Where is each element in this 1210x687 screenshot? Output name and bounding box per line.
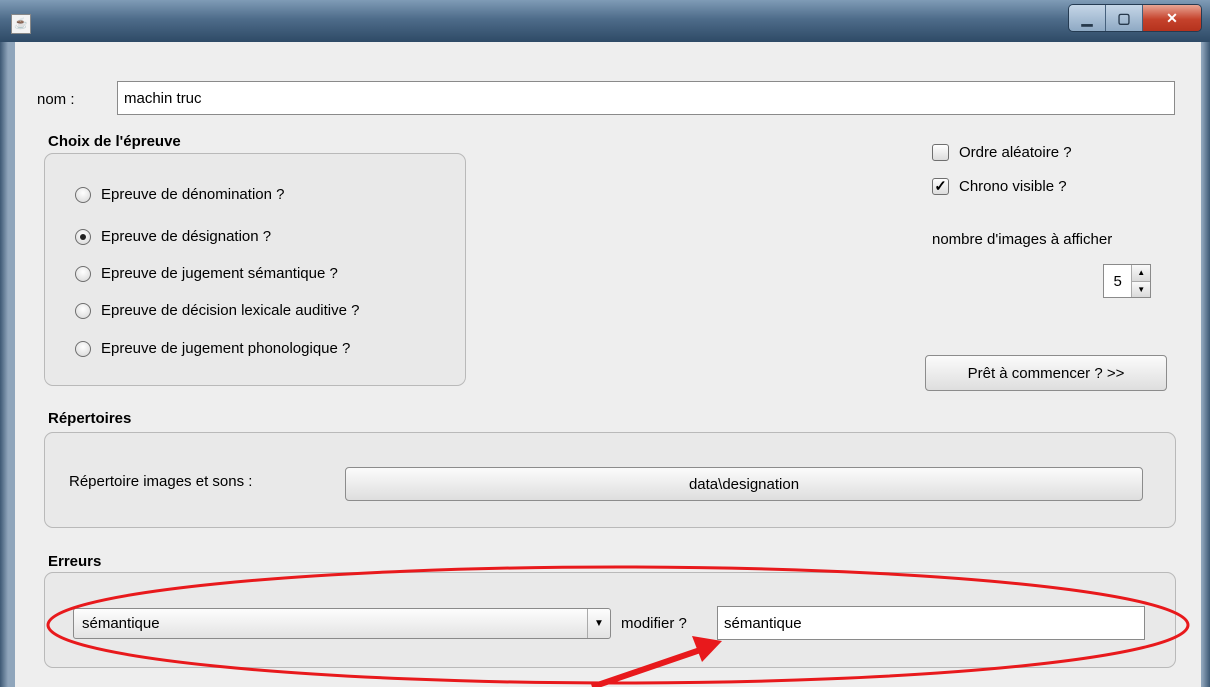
minimize-button[interactable]: ▁: [1069, 5, 1106, 31]
spinner-up-icon[interactable]: ▲: [1132, 265, 1150, 281]
maximize-button[interactable]: ▢: [1106, 5, 1143, 31]
radio-label: Epreuve de dénomination ?: [101, 186, 285, 203]
radio-icon: [75, 265, 91, 282]
radio-icon: [75, 186, 91, 203]
name-label: nom :: [37, 91, 75, 108]
repertoire-label: Répertoire images et sons :: [69, 473, 253, 490]
modify-input[interactable]: sémantique: [717, 606, 1145, 640]
checkbox-label: Chrono visible ?: [959, 178, 1067, 195]
radio-designation[interactable]: Epreuve de désignation ?: [75, 228, 271, 245]
choix-header: Choix de l'épreuve: [48, 133, 181, 150]
dialog-content: nom : machin truc Choix de l'épreuve Epr…: [15, 42, 1201, 687]
radio-icon: [75, 340, 91, 357]
images-count-label: nombre d'images à afficher: [932, 231, 1113, 248]
choix-panel: Epreuve de dénomination ? Epreuve de dés…: [44, 153, 466, 386]
radio-denomination[interactable]: Epreuve de dénomination ?: [75, 186, 284, 203]
close-button[interactable]: ✕: [1143, 5, 1201, 31]
chevron-down-icon[interactable]: ▼: [587, 609, 610, 638]
checkmark-icon: ✓: [932, 178, 949, 195]
name-input[interactable]: machin truc: [117, 81, 1175, 115]
window-controls: ▁ ▢ ✕: [1068, 4, 1202, 32]
radio-jugement-phonologique[interactable]: Epreuve de jugement phonologique ?: [75, 340, 350, 357]
radio-jugement-semantique[interactable]: Epreuve de jugement sémantique ?: [75, 265, 338, 282]
radio-icon: [75, 302, 91, 319]
repertoires-header: Répertoires: [48, 410, 132, 427]
erreur-type-select[interactable]: sémantique ▼: [73, 608, 611, 639]
radio-label: Epreuve de décision lexicale auditive ?: [101, 302, 360, 319]
repertoires-panel: Répertoire images et sons : data\designa…: [44, 432, 1176, 528]
java-icon: ☕: [11, 14, 31, 34]
select-value: sémantique: [82, 615, 160, 632]
images-count-spinner[interactable]: 5 ▲ ▼: [1103, 264, 1151, 298]
radio-selected-icon: [75, 228, 91, 245]
spinner-value[interactable]: 5: [1104, 265, 1131, 297]
modify-label: modifier ?: [621, 615, 687, 632]
start-button[interactable]: Prêt à commencer ? >>: [925, 355, 1167, 391]
radio-decision-lexicale[interactable]: Epreuve de décision lexicale auditive ?: [75, 302, 360, 319]
checkbox-icon: [932, 144, 949, 161]
radio-label: Epreuve de désignation ?: [101, 228, 272, 245]
checkbox-label: Ordre aléatoire ?: [959, 144, 1072, 161]
erreurs-header: Erreurs: [48, 553, 102, 570]
erreurs-panel: sémantique ▼ modifier ? sémantique: [44, 572, 1176, 668]
repertoire-path-button[interactable]: data\designation: [345, 467, 1143, 501]
spinner-down-icon[interactable]: ▼: [1132, 280, 1150, 297]
radio-label: Epreuve de jugement sémantique ?: [101, 265, 338, 282]
title-bar: ☕ ▁ ▢ ✕: [0, 0, 1210, 42]
random-order-checkbox[interactable]: Ordre aléatoire ?: [932, 144, 1072, 161]
chrono-visible-checkbox[interactable]: ✓ Chrono visible ?: [932, 178, 1067, 195]
radio-label: Epreuve de jugement phonologique ?: [101, 340, 351, 357]
